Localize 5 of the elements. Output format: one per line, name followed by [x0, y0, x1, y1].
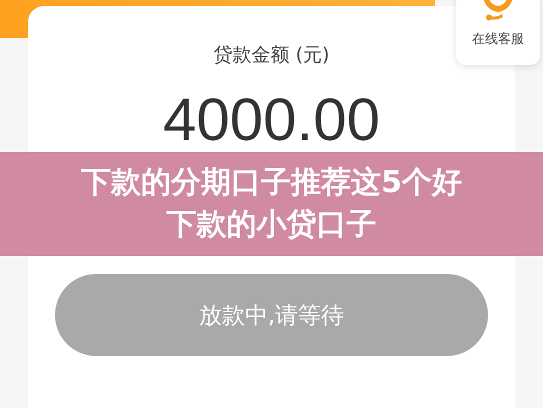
- loan-amount: 4000.00: [163, 90, 380, 150]
- amount-label: 贷款金额 (元): [214, 43, 330, 68]
- caption-line: 下款的小贷口子: [166, 206, 376, 244]
- customer-service-button[interactable]: 在线客服: [456, 0, 540, 65]
- caption-line: 下款的分期口子推荐这5个好: [81, 164, 462, 202]
